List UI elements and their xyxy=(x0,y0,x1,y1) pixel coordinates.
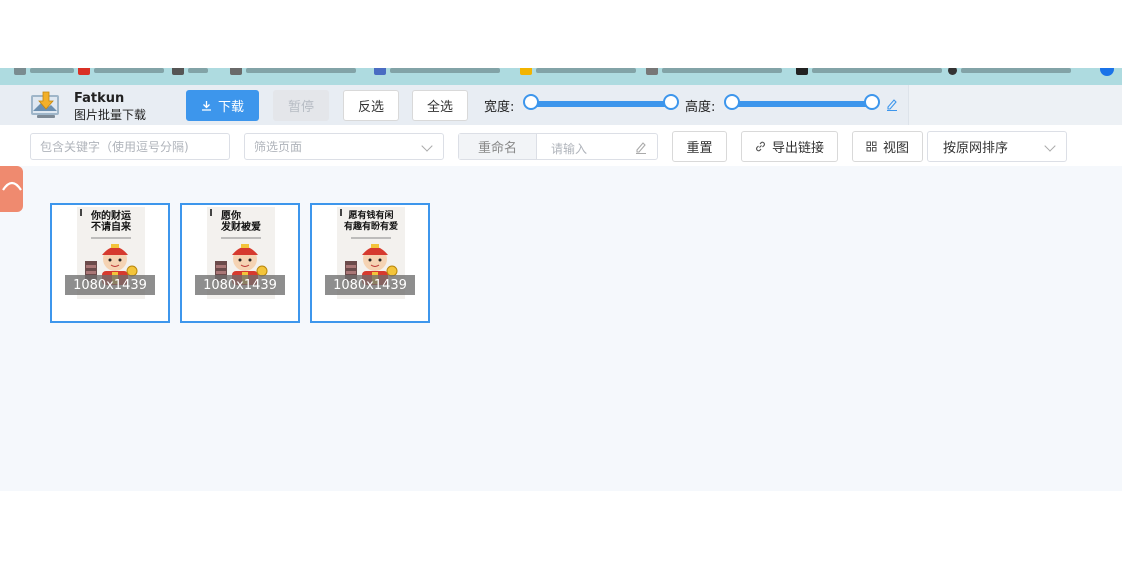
pause-label: 暂停 xyxy=(287,100,314,115)
export-links-button[interactable]: 导出链接 xyxy=(741,131,838,162)
image-thumbnail[interactable]: 愿你 发财被爱 1080x1439 xyxy=(180,203,300,323)
grid-view-icon xyxy=(866,141,877,152)
select-all-button[interactable]: 全选 xyxy=(412,90,468,121)
invert-label: 反选 xyxy=(357,100,384,115)
rename-label: 重命名 xyxy=(459,134,537,159)
bookmark-item[interactable] xyxy=(646,68,782,75)
rename-group: 重命名 请输入 xyxy=(458,133,658,160)
chevron-down-icon xyxy=(421,140,433,152)
link-icon xyxy=(756,141,765,152)
image-caption: 你的财运 不请自来 xyxy=(91,211,131,233)
width-label: 宽度: xyxy=(484,100,515,115)
sort-label: 按原网排序 xyxy=(943,141,1009,156)
fatkun-logo-icon xyxy=(31,91,59,118)
export-links-label: 导出链接 xyxy=(771,141,824,156)
app-name: Fatkun xyxy=(74,91,125,106)
view-button[interactable]: 视图 xyxy=(852,131,923,162)
keyword-placeholder: 包含关键字（使用逗号分隔) xyxy=(40,140,189,154)
chevron-down-icon xyxy=(1044,140,1056,152)
chevron-up-icon xyxy=(2,181,22,191)
bookmark-item[interactable] xyxy=(796,68,942,75)
image-size-label: 1080x1439 xyxy=(65,275,155,295)
image-size-label: 1080x1439 xyxy=(325,275,415,295)
bookmark-item[interactable] xyxy=(14,68,74,75)
side-collapse-tab[interactable] xyxy=(0,166,23,212)
download-icon xyxy=(201,101,211,111)
bookmark-item[interactable] xyxy=(230,68,356,75)
image-caption: 愿有钱有闲 有趣有盼有爱 xyxy=(343,211,398,232)
width-slider[interactable] xyxy=(530,101,672,107)
image-thumbnail[interactable]: 愿有钱有闲 有趣有盼有爱 1080x1439 xyxy=(310,203,430,323)
width-slider-max-handle[interactable] xyxy=(663,94,679,110)
app-subtitle: 图片批量下载 xyxy=(74,108,147,122)
download-label: 下载 xyxy=(217,100,244,115)
bookmark-item[interactable] xyxy=(78,68,164,75)
pin-icon xyxy=(210,209,212,216)
image-caption: 愿你 发财被爱 xyxy=(221,211,261,233)
width-slider-min-handle[interactable] xyxy=(523,94,539,110)
bookmark-item[interactable] xyxy=(172,68,208,75)
height-slider-min-handle[interactable] xyxy=(724,94,740,110)
edit-pen-icon[interactable] xyxy=(886,97,898,111)
image-size-label: 1080x1439 xyxy=(195,275,285,295)
height-slider[interactable] xyxy=(732,101,874,107)
bookmark-item[interactable] xyxy=(948,68,1071,75)
image-thumbnail[interactable]: 你的财运 不请自来 1080x1439 xyxy=(50,203,170,323)
toolbar-empty-area xyxy=(908,85,1122,125)
sort-select[interactable]: 按原网排序 xyxy=(927,131,1067,162)
view-label: 视图 xyxy=(882,141,909,156)
select-all-label: 全选 xyxy=(426,100,453,115)
bookmarks-bar xyxy=(0,68,1122,85)
page-filter-placeholder: 筛选页面 xyxy=(254,140,303,154)
filter-bar: 包含关键字（使用逗号分隔) 筛选页面 重命名 请输入 重置 导出链接 视图 按原… xyxy=(0,125,1122,167)
pause-button[interactable]: 暂停 xyxy=(273,90,329,121)
reset-button[interactable]: 重置 xyxy=(672,131,727,162)
bookmark-item[interactable] xyxy=(374,68,500,75)
rename-input[interactable]: 请输入 xyxy=(551,140,587,157)
height-slider-max-handle[interactable] xyxy=(864,94,880,110)
keyword-filter-input[interactable]: 包含关键字（使用逗号分隔) xyxy=(30,133,230,160)
image-grid-area: 你的财运 不请自来 1080x1439 愿你 发财被爱 1080x1439 愿有… xyxy=(0,166,1122,491)
main-toolbar: Fatkun 图片批量下载 下载 暂停 反选 全选 宽度: 高度: xyxy=(0,85,1122,125)
bookmark-item[interactable] xyxy=(520,68,636,75)
download-button[interactable]: 下载 xyxy=(186,90,259,121)
invert-selection-button[interactable]: 反选 xyxy=(343,90,399,121)
edit-pen-icon[interactable] xyxy=(635,140,647,154)
reset-label: 重置 xyxy=(686,141,713,156)
height-label: 高度: xyxy=(685,100,716,115)
profile-icon[interactable] xyxy=(1100,68,1114,76)
page-filter-select[interactable]: 筛选页面 xyxy=(244,133,444,160)
